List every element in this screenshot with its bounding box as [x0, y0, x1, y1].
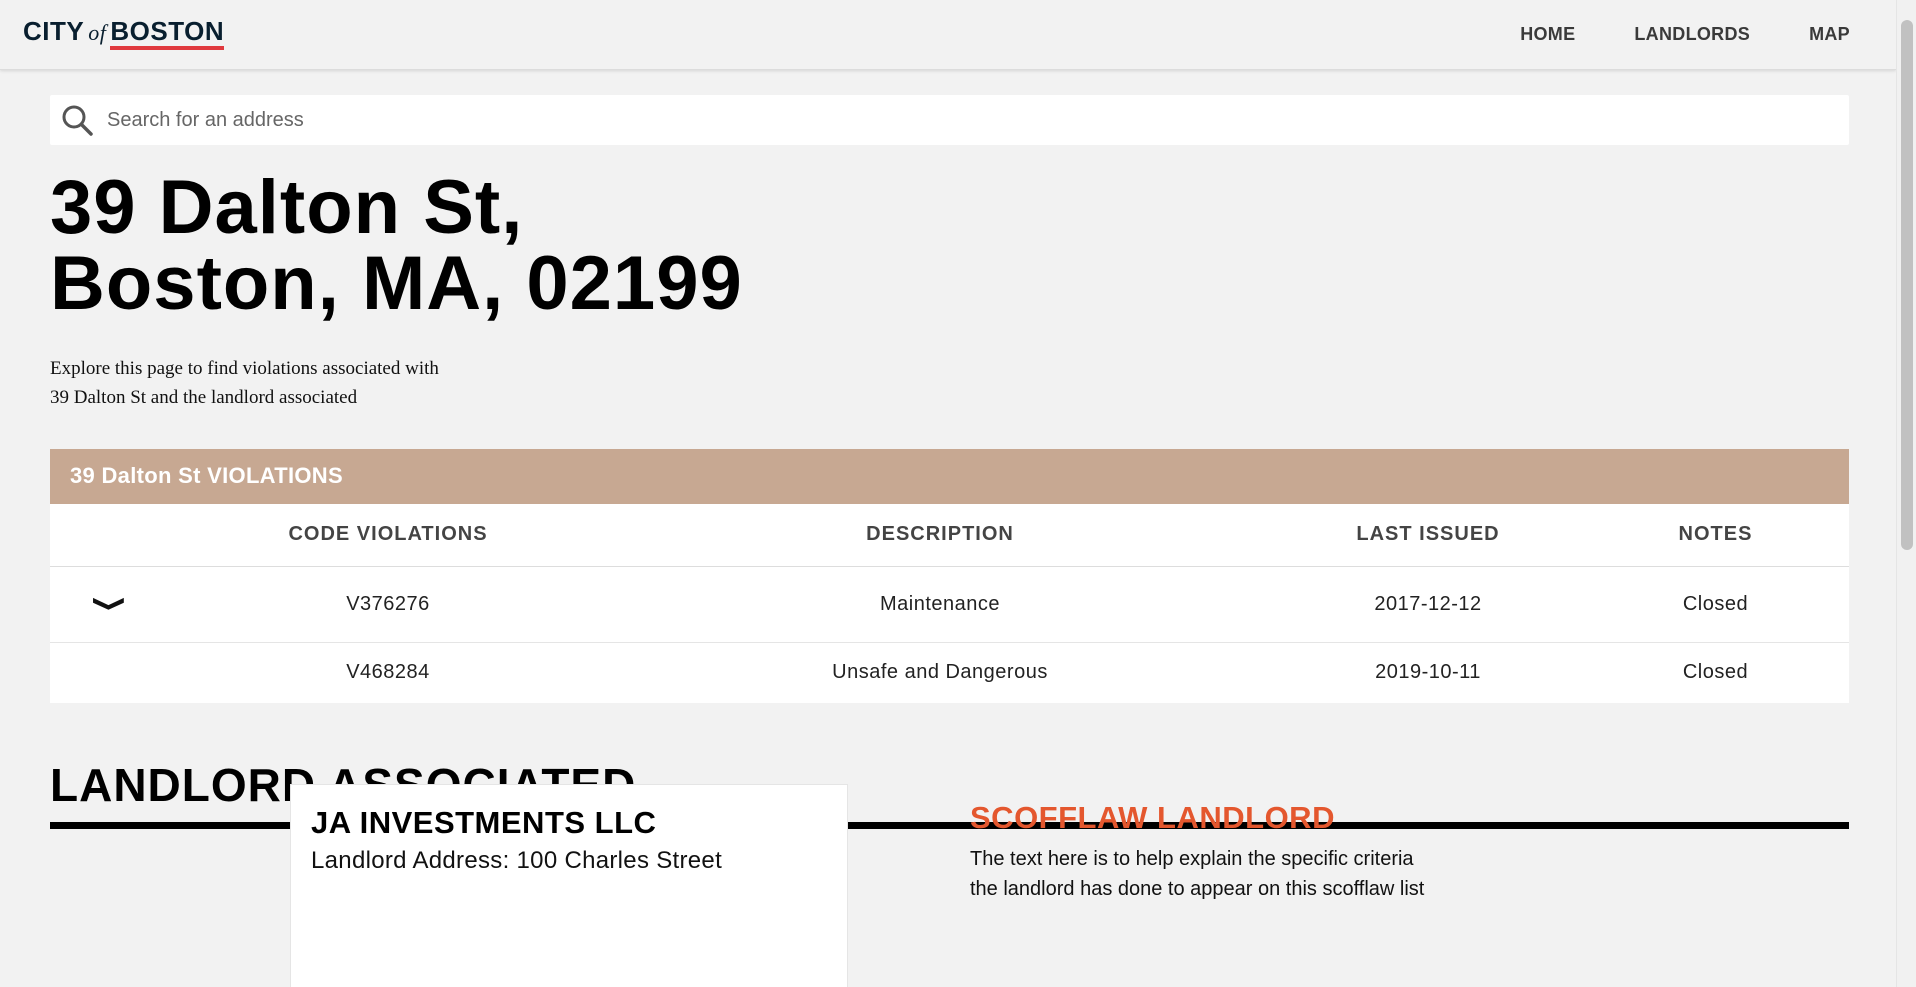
chevron-down-icon[interactable]: ❯: [92, 595, 128, 614]
address-line-2: Boston, MA, 02199: [50, 241, 743, 326]
logo-boston: BOSTON: [110, 18, 225, 50]
last-issued-cell: 2017-12-12: [1274, 566, 1582, 643]
intro-line-2: 39 Dalton St and the landlord associated: [50, 387, 358, 408]
main-nav: HOME LANDLORDS MAP: [1520, 24, 1850, 45]
notes-cell: Closed: [1682, 661, 1749, 684]
landlord-card[interactable]: JA INVESTMENTS LLC Landlord Address: 100…: [290, 784, 848, 987]
nav-map-link[interactable]: MAP: [1809, 24, 1850, 45]
column-header-notes: NOTES: [1582, 504, 1849, 567]
top-nav-bar: CITY of BOSTON HOME LANDLORDS MAP: [0, 0, 1896, 70]
main-content: 39 Dalton St, Boston, MA, 02199 Explore …: [50, 95, 1849, 829]
nav-landlords-link[interactable]: LANDLORDS: [1634, 24, 1750, 45]
table-row[interactable]: ❯ V376276 Maintenance 2017-12-12 Closed: [50, 566, 1849, 643]
expand-cell[interactable]: ❯: [50, 566, 170, 643]
city-of-boston-logo[interactable]: CITY of BOSTON: [23, 16, 225, 50]
notes-cell: Closed: [1582, 566, 1849, 643]
description-cell: Maintenance: [606, 566, 1274, 643]
scofflaw-info: SCOFFLAW LANDLORD The text here is to he…: [970, 800, 1530, 904]
scofflaw-description: The text here is to help explain the spe…: [970, 844, 1490, 904]
scofflaw-line-2: the landlord has done to appear on this …: [970, 878, 1425, 900]
scrollbar-thumb[interactable]: [1901, 20, 1913, 550]
logo-city: CITY: [23, 16, 85, 46]
code-cell: V468284: [346, 661, 430, 684]
description-cell: Unsafe and Dangerous: [832, 661, 1048, 684]
scofflaw-line-1: The text here is to help explain the spe…: [970, 848, 1414, 870]
page-scrollbar[interactable]: [1896, 0, 1916, 987]
address-line-1: 39 Dalton St,: [50, 165, 524, 250]
expand-column-header: [50, 504, 170, 567]
nav-home-link[interactable]: HOME: [1520, 24, 1575, 45]
violations-title: 39 Dalton St VIOLATIONS: [50, 449, 1849, 504]
address-search-input[interactable]: [107, 95, 1827, 145]
landlord-name[interactable]: JA INVESTMENTS LLC: [311, 805, 656, 841]
page-title-address: 39 Dalton St, Boston, MA, 02199: [50, 170, 1849, 322]
violations-table: CODE VIOLATIONS DESCRIPTION LAST ISSUED …: [50, 504, 1849, 703]
column-header-description: DESCRIPTION: [606, 504, 1274, 567]
logo-of: of: [88, 20, 107, 45]
column-header-last-issued: LAST ISSUED: [1274, 504, 1582, 567]
intro-line-1: Explore this page to find violations ass…: [50, 358, 439, 379]
address-search-bar[interactable]: [50, 95, 1849, 145]
code-cell: V376276: [170, 566, 606, 643]
expand-cell: [50, 642, 170, 703]
landlord-address: Landlord Address: 100 Charles Street: [311, 847, 723, 874]
search-icon[interactable]: [60, 103, 94, 137]
violations-panel: 39 Dalton St VIOLATIONS CODE VIOLATIONS …: [50, 449, 1849, 703]
table-row[interactable]: V468284 Unsafe and Dangerous 2019-10-11 …: [50, 642, 1849, 703]
scofflaw-title: SCOFFLAW LANDLORD: [970, 800, 1335, 835]
column-header-code: CODE VIOLATIONS: [170, 504, 606, 567]
intro-text: Explore this page to find violations ass…: [50, 354, 550, 412]
violations-header-row: CODE VIOLATIONS DESCRIPTION LAST ISSUED …: [50, 504, 1849, 567]
last-issued-cell: 2019-10-11: [1375, 661, 1481, 684]
